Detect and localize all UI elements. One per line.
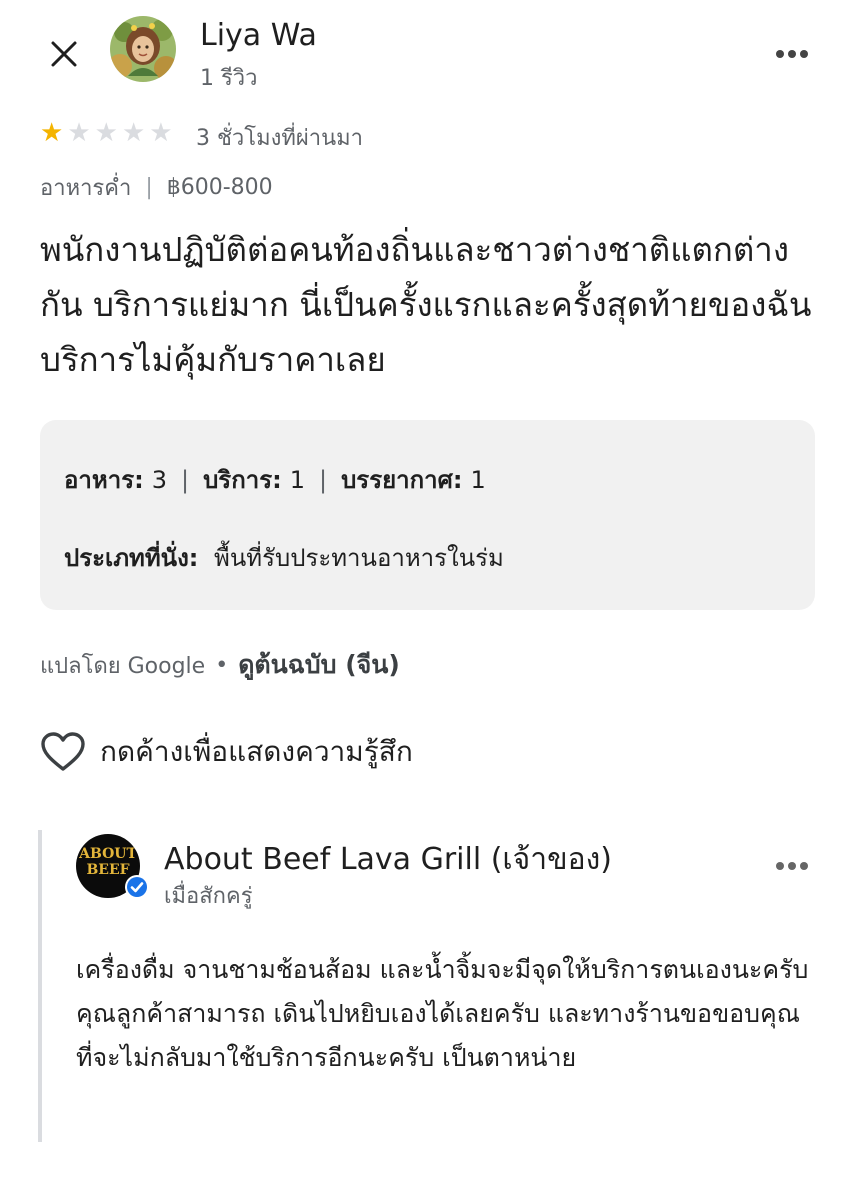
owner-reply-time: เมื่อสักครู่ <box>164 884 253 909</box>
reviewer-avatar[interactable] <box>110 16 176 82</box>
atmosphere-label: บรรยากาศ: <box>341 466 463 494</box>
service-value: 1 <box>289 465 305 494</box>
react-button[interactable]: กดค้างเพื่อแสดงความรู้สึก <box>40 730 413 774</box>
reviewer-review-count: 1 รีวิว <box>200 66 258 91</box>
star-filled-icon: ★ <box>40 118 64 148</box>
food-value: 3 <box>151 465 167 494</box>
seating-label: ประเภทที่นั่ง: <box>64 544 199 572</box>
react-label: กดค้างเพื่อแสดงความรู้สึก <box>100 735 413 768</box>
seating-value: พื้นที่รับประทานอาหารในร่ม <box>214 544 504 572</box>
close-button[interactable] <box>40 30 88 78</box>
owner-name: About Beef Lava Grill (เจ้าของ) <box>164 842 612 877</box>
translation-row: แปลโดย Google • ดูต้นฉบับ (จีน) <box>40 645 400 685</box>
see-original-link[interactable]: ดูต้นฉบับ (จีน) <box>238 645 400 685</box>
meal-type: อาหารค่ำ <box>40 176 132 201</box>
atmosphere-value: 1 <box>470 465 486 494</box>
more-horiz-icon <box>776 50 808 58</box>
owner-reply-text: เครื่องดื่ม จานชามช้อนส้อม และน้ำจิ้มจะม… <box>76 955 809 1072</box>
more-horiz-icon <box>776 862 808 870</box>
owner-more-options-button[interactable] <box>765 848 819 884</box>
avatar-image <box>110 16 176 82</box>
ratings-line: อาหาร: 3 | บริการ: 1 | บรรยากาศ: 1 <box>64 460 486 499</box>
reply-indent-bar <box>38 830 42 1142</box>
heart-outline-icon <box>41 732 85 771</box>
translated-by-label: แปลโดย Google <box>40 653 206 679</box>
meta-separator: | <box>145 175 153 200</box>
close-icon <box>51 41 77 67</box>
more-options-button[interactable] <box>765 36 819 72</box>
review-meta: อาหารค่ำ | ฿600-800 <box>40 170 273 205</box>
reviewer-name[interactable]: Liya Wa <box>200 18 317 53</box>
ratings-breakdown: อาหาร: 3 | บริการ: 1 | บรรยากาศ: 1 ประเภ… <box>40 420 815 610</box>
review-text: พนักงานปฏิบัติต่อคนท้องถิ่นและชาวต่างชาต… <box>40 230 812 379</box>
ratings-separator: | <box>180 465 190 494</box>
service-label: บริการ: <box>203 466 282 494</box>
star-empty-icon: ★ <box>67 118 91 148</box>
food-label: อาหาร: <box>64 466 144 494</box>
verified-check-icon <box>125 875 149 899</box>
star-empty-icon: ★ <box>149 118 173 148</box>
star-empty-icon: ★ <box>94 118 118 148</box>
seating-line: ประเภทที่นั่ง: พื้นที่รับประทานอาหารในร่… <box>64 538 504 577</box>
owner-logo-line1: ABOUT <box>79 846 137 862</box>
translation-separator: • <box>215 652 229 678</box>
review-time: 3 ชั่วโมงที่ผ่านมา <box>196 126 363 151</box>
price-range: ฿600-800 <box>166 175 273 200</box>
star-rating: ★ ★ ★ ★ ★ <box>40 118 173 148</box>
ratings-separator: | <box>318 465 328 494</box>
star-empty-icon: ★ <box>121 118 146 148</box>
